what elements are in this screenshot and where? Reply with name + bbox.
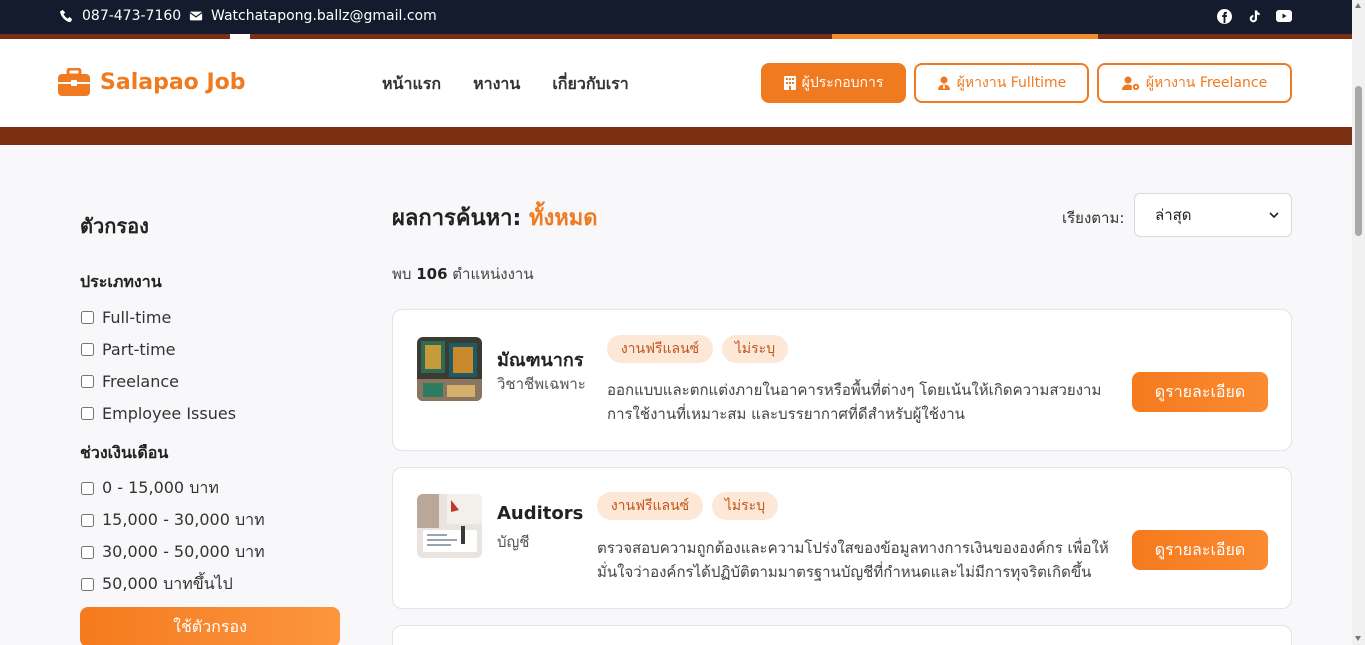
job-card: Auditors บัญชี งานฟรีแลนซ์ ไม่ระบุ ตรวจส…: [392, 467, 1292, 609]
view-details-button[interactable]: ดูรายละเอียด: [1132, 372, 1268, 412]
job-type-label: Employee Issues: [102, 403, 237, 423]
salary-option[interactable]: 15,000 - 30,000 บาท: [80, 504, 342, 536]
job-type-option[interactable]: Employee Issues: [80, 397, 342, 429]
brand-name: Salapao Job: [100, 69, 246, 95]
scroll-up-icon[interactable]: [1355, 3, 1361, 8]
salary-label: 30,000 - 50,000 บาท: [102, 541, 265, 561]
view-details-button[interactable]: ดูรายละเอียด: [1132, 530, 1268, 570]
sort-value: ล่าสุด: [1155, 206, 1192, 224]
job-description: ตรวจสอบความถูกต้องและความโปร่งใสของข้อมู…: [597, 539, 1109, 581]
job-type-badge: งานฟรีแลนซ์: [607, 335, 713, 363]
freelance-seeker-label: ผู้หางาน Freelance: [1145, 75, 1268, 91]
job-description: ออกแบบและตกแต่งภายในอาคารหรือพื้นที่ต่าง…: [607, 381, 1102, 423]
site-logo[interactable]: Salapao Job: [58, 68, 246, 96]
job-thumbnail: [417, 494, 482, 558]
salary-option[interactable]: 0 - 15,000 บาท: [80, 472, 342, 504]
nav-find-jobs[interactable]: หางาน: [473, 72, 520, 97]
salary-option[interactable]: 50,000 บาทขึ้นไป: [80, 568, 342, 600]
fulltime-seeker-button[interactable]: ผู้หางาน Fulltime: [914, 63, 1089, 103]
employer-button-label: ผู้ประกอบการ: [801, 75, 884, 91]
apply-filter-button[interactable]: ใช้ตัวกรอง: [80, 607, 340, 645]
job-card: [392, 625, 1292, 645]
salary-heading: ช่วงเงินเดือน: [80, 443, 169, 462]
user-gear-icon: [1121, 76, 1140, 90]
salary-badge: ไม่ระบุ: [712, 492, 778, 520]
job-category: บัญชี: [497, 533, 530, 551]
job-type-label: Freelance: [102, 371, 179, 391]
youtube-icon[interactable]: [1276, 8, 1292, 24]
count-number: 106: [416, 265, 448, 283]
salary-filter: ช่วงเงินเดือน 0 - 15,000 บาท 15,000 - 30…: [80, 441, 342, 600]
results-title-accent: ทั้งหมด: [528, 206, 598, 231]
salary-badge: ไม่ระบุ: [722, 335, 788, 363]
salary-checkbox[interactable]: [81, 577, 94, 591]
user-tie-icon: [937, 76, 950, 90]
job-type-checkbox[interactable]: [81, 374, 94, 388]
top-contact-bar: 087-473-7160 Watchatapong.ballz@gmail.co…: [0, 0, 1352, 34]
scroll-down-icon[interactable]: [1355, 636, 1361, 641]
nav-home[interactable]: หน้าแรก: [382, 72, 441, 97]
job-type-badge: งานฟรีแลนซ์: [597, 492, 703, 520]
job-category: วิชาชีพเฉพาะ: [497, 375, 586, 393]
phone-contact[interactable]: 087-473-7160: [60, 8, 181, 24]
job-type-label: Full-time: [102, 307, 172, 327]
building-icon: [783, 76, 796, 90]
filter-sidebar: ตัวกรอง ประเภทงาน Full-time Part-time Fr…: [80, 210, 342, 600]
salary-checkbox[interactable]: [81, 481, 94, 495]
envelope-icon: [189, 11, 203, 21]
filter-title: ตัวกรอง: [80, 214, 149, 238]
nav-about[interactable]: เกี่ยวกับเรา: [552, 72, 628, 97]
job-thumbnail: [417, 337, 482, 401]
email-address: Watchatapong.ballz@gmail.com: [211, 8, 437, 24]
facebook-icon[interactable]: [1216, 8, 1232, 24]
phone-icon: [60, 9, 73, 23]
job-type-option[interactable]: Part-time: [80, 333, 342, 365]
salary-label: 50,000 บาทขึ้นไป: [102, 573, 233, 593]
email-contact[interactable]: Watchatapong.ballz@gmail.com: [189, 8, 437, 24]
salary-option[interactable]: 30,000 - 50,000 บาท: [80, 536, 342, 568]
count-prefix: พบ: [392, 265, 412, 283]
job-type-checkbox[interactable]: [81, 342, 94, 356]
job-type-option[interactable]: Freelance: [80, 365, 342, 397]
job-type-filter: ประเภทงาน Full-time Part-time Freelance …: [80, 270, 342, 429]
tiktok-icon[interactable]: [1246, 8, 1262, 24]
job-title[interactable]: Auditors: [497, 503, 583, 524]
results-count: พบ 106 ตำแหน่งงาน: [392, 262, 534, 286]
salary-checkbox[interactable]: [81, 513, 94, 527]
sort-label: เรียงตาม:: [1062, 209, 1125, 227]
fulltime-seeker-label: ผู้หางาน Fulltime: [956, 75, 1067, 91]
social-links: [1216, 8, 1292, 24]
sort-select[interactable]: ล่าสุด: [1134, 193, 1292, 237]
job-card: มัณฑนากร วิชาชีพเฉพาะ งานฟรีแลนซ์ ไม่ระบ…: [392, 309, 1292, 451]
salary-label: 15,000 - 30,000 บาท: [102, 509, 265, 529]
job-type-option[interactable]: Full-time: [80, 301, 342, 333]
count-suffix: ตำแหน่งงาน: [452, 265, 534, 283]
scrollbar-thumb[interactable]: [1355, 86, 1362, 236]
phone-number: 087-473-7160: [82, 8, 182, 24]
freelance-seeker-button[interactable]: ผู้หางาน Freelance: [1097, 63, 1292, 103]
briefcase-icon: [58, 68, 90, 96]
job-type-checkbox[interactable]: [81, 310, 94, 324]
salary-checkbox[interactable]: [81, 545, 94, 559]
job-type-label: Part-time: [102, 339, 176, 359]
main-nav: หน้าแรก หางาน เกี่ยวกับเรา: [382, 72, 629, 97]
job-type-heading: ประเภทงาน: [80, 272, 162, 291]
employer-button[interactable]: ผู้ประกอบการ: [761, 63, 906, 103]
chevron-down-icon: [1269, 212, 1279, 218]
results-title: ผลการค้นหา: ทั้งหมด: [392, 200, 598, 235]
page-scrollbar[interactable]: [1352, 0, 1365, 645]
site-header: Salapao Job หน้าแรก หางาน เกี่ยวกับเรา ผ…: [0, 39, 1352, 127]
job-type-checkbox[interactable]: [81, 406, 94, 420]
job-title[interactable]: มัณฑนากร: [497, 345, 583, 374]
results-title-prefix: ผลการค้นหา:: [392, 206, 522, 231]
salary-label: 0 - 15,000 บาท: [102, 477, 219, 497]
